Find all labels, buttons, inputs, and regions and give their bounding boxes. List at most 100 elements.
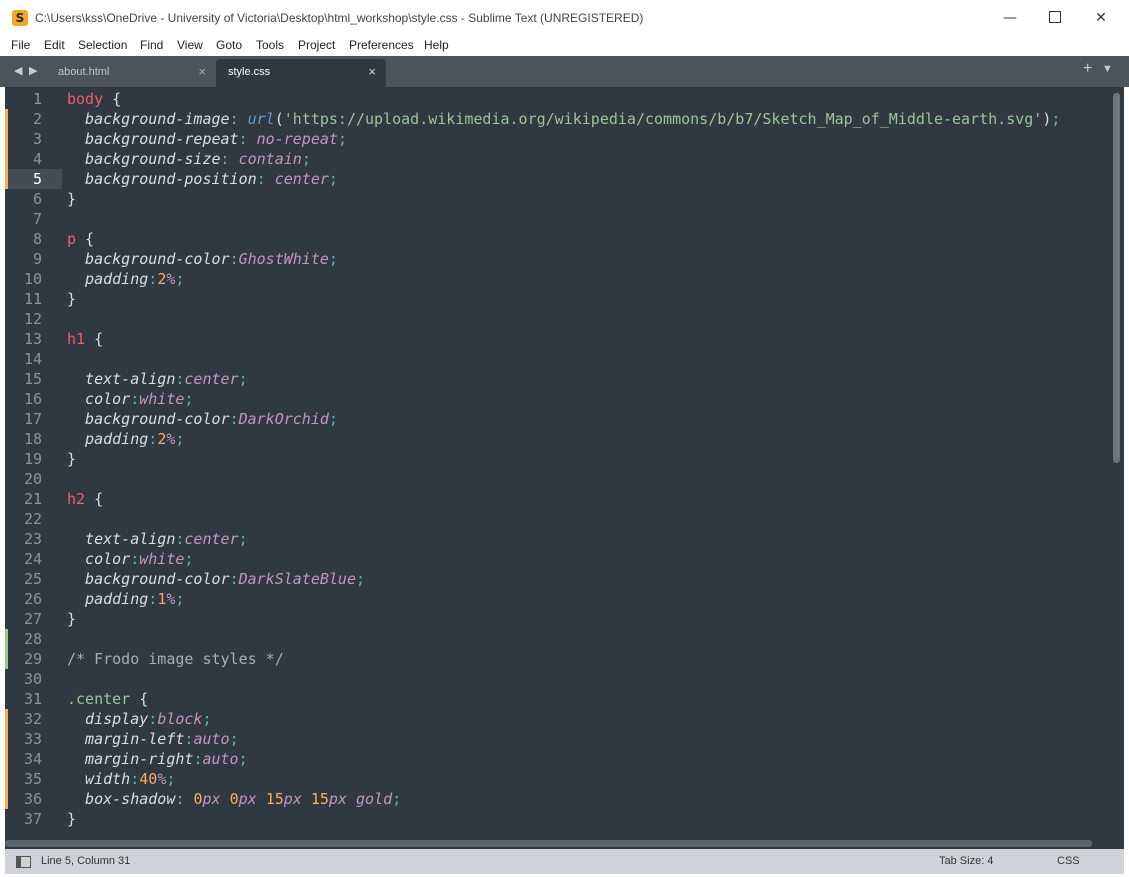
code-line[interactable]: background-size: contain; — [67, 149, 311, 169]
sublime-window: S C:\Users\kss\OneDrive - University of … — [0, 0, 1129, 877]
tab-style-css[interactable]: style.css × — [216, 59, 386, 87]
code-token: 1 — [157, 590, 167, 608]
code-token: ; — [238, 750, 248, 768]
code-line[interactable]: } — [67, 289, 76, 309]
code-line[interactable]: padding:2%; — [67, 269, 184, 289]
code-editor[interactable]: 1 2 3 4 5 6 7 8 9 10 11 12 13 14 15 16 17 18 19 20 21 22 23 24 2… — [5, 87, 1124, 849]
line-number: 14 — [23, 350, 42, 368]
vertical-scrollbar[interactable] — [1113, 93, 1120, 463]
menu-tools[interactable]: Tools — [256, 38, 284, 52]
code-token: background-image — [67, 110, 230, 128]
tab-close-icon[interactable]: × — [368, 64, 376, 79]
code-line[interactable]: body { — [67, 89, 121, 109]
line-number: 12 — [23, 310, 42, 328]
code-line[interactable]: width:40%; — [67, 769, 175, 789]
code-token: : — [130, 390, 140, 408]
code-line[interactable]: padding:2%; — [67, 429, 184, 449]
code-line[interactable]: text-align:center; — [67, 369, 248, 389]
tab-back-icon[interactable]: ◀ — [14, 64, 22, 77]
close-window-button[interactable]: ✕ — [1078, 0, 1124, 37]
modified-line-marker — [5, 749, 8, 769]
code-token: { — [130, 690, 149, 708]
line-number: 21 — [23, 490, 42, 508]
minimize-button[interactable]: — — [987, 0, 1033, 37]
tab-size-setting[interactable]: Tab Size: 4 — [939, 855, 993, 867]
code-line[interactable]: margin-left:auto; — [67, 729, 239, 749]
line-number: 10 — [23, 270, 42, 288]
code-line[interactable]: p { — [67, 229, 94, 249]
window-title: C:\Users\kss\OneDrive - University of Vi… — [35, 11, 644, 25]
code-line[interactable]: background-color:DarkOrchid; — [67, 409, 338, 429]
code-token: } — [67, 290, 77, 308]
code-token: px — [238, 790, 266, 808]
code-line[interactable]: } — [67, 609, 76, 629]
maximize-button[interactable] — [1032, 0, 1078, 37]
tab-menu-icon[interactable]: ▼ — [1102, 63, 1113, 75]
menu-edit[interactable]: Edit — [44, 38, 65, 52]
code-line[interactable]: display:block; — [67, 709, 211, 729]
line-number: 32 — [23, 710, 42, 728]
code-line[interactable]: } — [67, 449, 76, 469]
code-token: { — [103, 90, 122, 108]
code-line[interactable]: color:white; — [67, 549, 193, 569]
code-token: background-color — [67, 570, 230, 588]
code-line[interactable]: text-align:center; — [67, 529, 248, 549]
modified-line-marker — [5, 789, 8, 809]
syntax-setting[interactable]: CSS — [1057, 855, 1080, 867]
code-token: } — [67, 610, 77, 628]
modified-line-marker — [5, 109, 8, 129]
code-token: : — [238, 130, 257, 148]
code-token: padding — [67, 430, 149, 448]
menu-goto[interactable]: Goto — [216, 38, 242, 52]
menu-find[interactable]: Find — [140, 38, 163, 52]
code-line[interactable]: background-image: url('https://upload.wi… — [67, 109, 1060, 129]
code-token: DarkSlateBlue — [238, 570, 356, 588]
code-token: 2 — [157, 430, 167, 448]
code-line[interactable]: h2 { — [67, 489, 103, 509]
code-token: ; — [337, 130, 347, 148]
menu-project[interactable]: Project — [298, 38, 335, 52]
tab-label: about.html — [58, 66, 110, 78]
tab-close-icon[interactable]: × — [198, 64, 206, 79]
code-token: gold — [356, 790, 393, 808]
menu-selection[interactable]: Selection — [78, 38, 127, 52]
line-number: 5 — [32, 170, 42, 188]
code-token: 2 — [157, 270, 167, 288]
code-line[interactable]: background-repeat: no-repeat; — [67, 129, 347, 149]
minimize-icon: — — [1003, 10, 1017, 26]
line-number: 33 — [23, 730, 42, 748]
sublime-app-icon: S — [12, 10, 28, 26]
code-token: text-align — [67, 370, 176, 388]
title-bar[interactable]: S C:\Users\kss\OneDrive - University of … — [0, 0, 1129, 37]
code-line[interactable]: background-position: center; — [67, 169, 338, 189]
code-line[interactable]: box-shadow: 0px 0px 15px 15px gold; — [67, 789, 401, 809]
code-line[interactable]: background-color:GhostWhite; — [67, 249, 338, 269]
code-line[interactable]: } — [67, 809, 76, 829]
code-token: ; — [356, 570, 366, 588]
code-token: margin-left — [67, 730, 185, 748]
code-line[interactable]: h1 { — [67, 329, 103, 349]
sidebar-toggle-icon[interactable] — [16, 856, 31, 868]
new-tab-icon[interactable]: + — [1083, 60, 1092, 78]
code-line[interactable]: color:white; — [67, 389, 193, 409]
code-token: ; — [166, 770, 176, 788]
code-line[interactable]: .center { — [67, 689, 148, 709]
menu-file[interactable]: File — [11, 38, 30, 52]
code-token: : — [229, 410, 239, 428]
code-line[interactable]: /* Frodo image styles */ — [67, 649, 284, 669]
horizontal-scrollbar[interactable] — [5, 840, 1092, 847]
code-token: text-align — [67, 530, 176, 548]
code-token: GhostWhite — [238, 250, 329, 268]
code-line[interactable]: padding:1%; — [67, 589, 184, 609]
code-token: px — [283, 790, 311, 808]
code-token: auto — [202, 750, 239, 768]
line-number: 6 — [32, 190, 42, 208]
menu-view[interactable]: View — [177, 38, 203, 52]
code-line[interactable]: } — [67, 189, 76, 209]
menu-preferences[interactable]: Preferences — [349, 38, 414, 52]
code-line[interactable]: margin-right:auto; — [67, 749, 248, 769]
tab-about-html[interactable]: about.html × — [46, 59, 216, 87]
tab-forward-icon[interactable]: ▶ — [29, 64, 37, 77]
code-line[interactable]: background-color:DarkSlateBlue; — [67, 569, 365, 589]
menu-help[interactable]: Help — [424, 38, 449, 52]
